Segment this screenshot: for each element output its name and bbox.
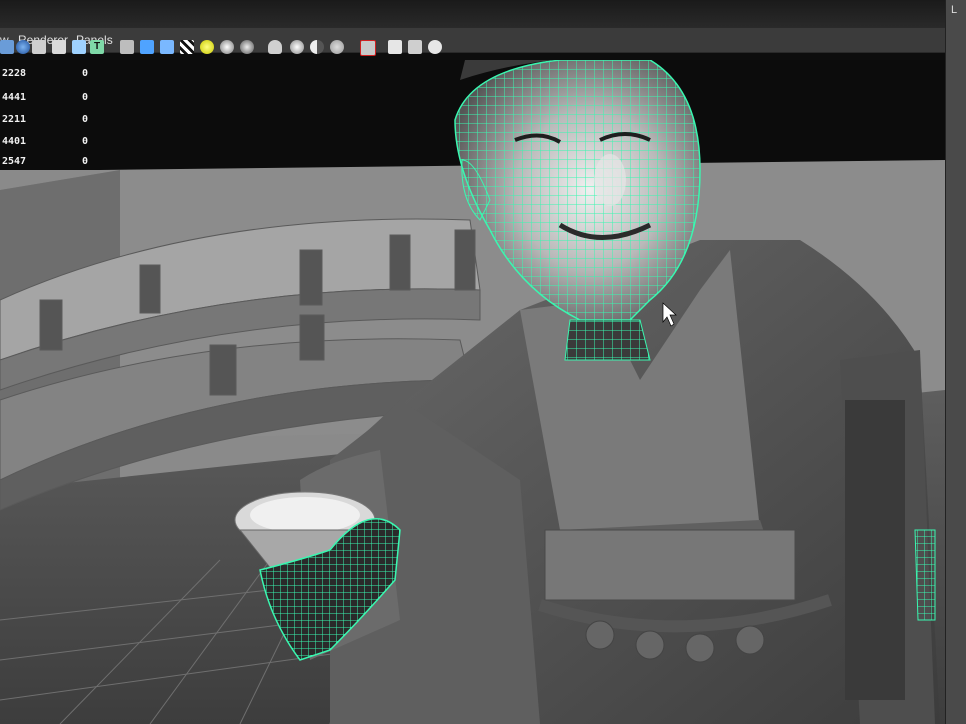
bust-icon[interactable] [268, 40, 282, 54]
light-bulb-icon[interactable] [200, 40, 214, 54]
cube-solid-icon[interactable] [140, 40, 154, 54]
select-arrow-icon[interactable] [360, 40, 376, 56]
sphere-flat-icon[interactable] [330, 40, 344, 54]
shade-icon[interactable] [16, 40, 30, 54]
sphere-lit-icon[interactable] [290, 40, 304, 54]
isolate-icon[interactable] [72, 40, 86, 54]
render-sphere-icon[interactable] [32, 40, 46, 54]
side-wireframe [914, 529, 936, 621]
hud-value: 2547 [2, 156, 27, 167]
right-panel-tab[interactable]: L [951, 4, 963, 20]
hud-row: 2547 0 [0, 156, 100, 172]
cube-stack-icon[interactable] [408, 40, 422, 54]
maya-window: w Renderer Panels T [0, 0, 966, 724]
camera-icon[interactable] [0, 40, 14, 54]
sphere-icon[interactable] [220, 40, 234, 54]
cube-outline-icon[interactable] [388, 40, 402, 54]
hud-row: 2211 0 [0, 114, 100, 130]
hud-row: 4401 0 [0, 136, 100, 152]
wireframe-icon[interactable] [52, 40, 66, 54]
hud-delta: 0 [82, 92, 89, 103]
cube-icon[interactable] [120, 40, 134, 54]
share-nodes-icon[interactable] [428, 40, 442, 54]
hud-value: 4441 [2, 92, 27, 103]
sphere-shaded-icon[interactable] [240, 40, 254, 54]
window-top-bezel [0, 0, 966, 30]
hud-delta: 0 [82, 114, 89, 125]
hud-delta: 0 [82, 68, 89, 79]
checker-icon[interactable] [180, 40, 194, 54]
hud-value: 2228 [2, 68, 27, 79]
hud-delta: 0 [82, 136, 89, 147]
hud-row: 2228 0 [0, 68, 100, 84]
sphere-half-icon[interactable] [310, 40, 324, 54]
right-side-panel: L [945, 0, 966, 724]
hud-delta: 0 [82, 156, 89, 167]
scene-svg [0, 60, 945, 724]
text-icon[interactable]: T [90, 40, 104, 54]
hud-value: 2211 [2, 114, 27, 125]
hud-value: 4401 [2, 136, 27, 147]
hud-row: 4441 0 [0, 92, 100, 108]
perspective-viewport[interactable]: 2228 0 4441 0 2211 0 4401 0 2547 0 [0, 60, 945, 724]
cube-textured-icon[interactable] [160, 40, 174, 54]
